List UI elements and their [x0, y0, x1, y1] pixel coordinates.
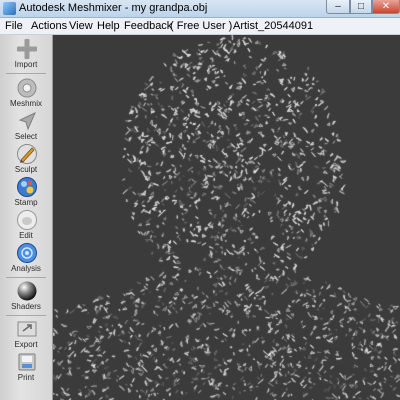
toolbar-divider — [6, 277, 46, 278]
print-icon — [18, 353, 36, 371]
menu-help[interactable]: Help — [97, 20, 120, 32]
user-status: ( Free User ) — [170, 20, 233, 32]
menu-view[interactable]: View — [69, 20, 93, 32]
import-button[interactable]: Import — [0, 38, 52, 78]
edit-label: Edit — [19, 231, 33, 240]
menu-bar: File Actions View Help Feedback ( Free U… — [0, 18, 400, 35]
maximize-button[interactable]: □ — [350, 0, 372, 14]
shaders-icon — [17, 281, 37, 301]
print-button[interactable]: Print — [0, 351, 52, 391]
shaders-button[interactable]: Shaders — [0, 280, 52, 320]
select-label: Select — [14, 132, 38, 141]
stamp-icon — [17, 177, 37, 197]
import-label: Import — [14, 60, 38, 69]
print-label: Print — [17, 373, 35, 382]
analysis-button[interactable]: Analysis — [0, 242, 52, 282]
3d-viewport[interactable] — [53, 35, 400, 400]
sculpt-icon — [17, 144, 37, 164]
shaders-label: Shaders — [11, 302, 41, 311]
meshmixer-app-icon[interactable] — [3, 2, 16, 15]
import-icon — [17, 39, 37, 59]
window-title: Autodesk Meshmixer - my grandpa.obj — [19, 2, 208, 14]
analysis-label: Analysis — [11, 264, 41, 273]
title-bar: Autodesk Meshmixer - my grandpa.obj – □ … — [0, 0, 400, 18]
toolbar-divider — [6, 73, 46, 74]
meshmix-icon — [17, 78, 37, 98]
close-button[interactable]: ✕ — [372, 0, 400, 14]
select-icon — [18, 111, 36, 131]
stamp-label: Stamp — [14, 198, 38, 207]
user-name[interactable]: Artist_20544091 — [233, 20, 313, 32]
edit-icon — [17, 210, 37, 230]
export-label: Export — [14, 340, 38, 349]
tool-palette: Import Meshmix Select Sculpt Stamp Edit … — [0, 35, 53, 400]
minimize-button[interactable]: – — [326, 0, 350, 14]
toolbar-divider — [6, 315, 46, 316]
menu-file[interactable]: File — [5, 20, 23, 32]
meshmix-label: Meshmix — [9, 99, 42, 108]
wireframe-mesh-model[interactable] — [53, 35, 400, 400]
menu-feedback[interactable]: Feedback — [124, 20, 172, 32]
menu-actions[interactable]: Actions — [31, 20, 67, 32]
sculpt-label: Sculpt — [14, 165, 38, 174]
analysis-icon — [17, 243, 37, 263]
export-icon — [17, 321, 37, 337]
